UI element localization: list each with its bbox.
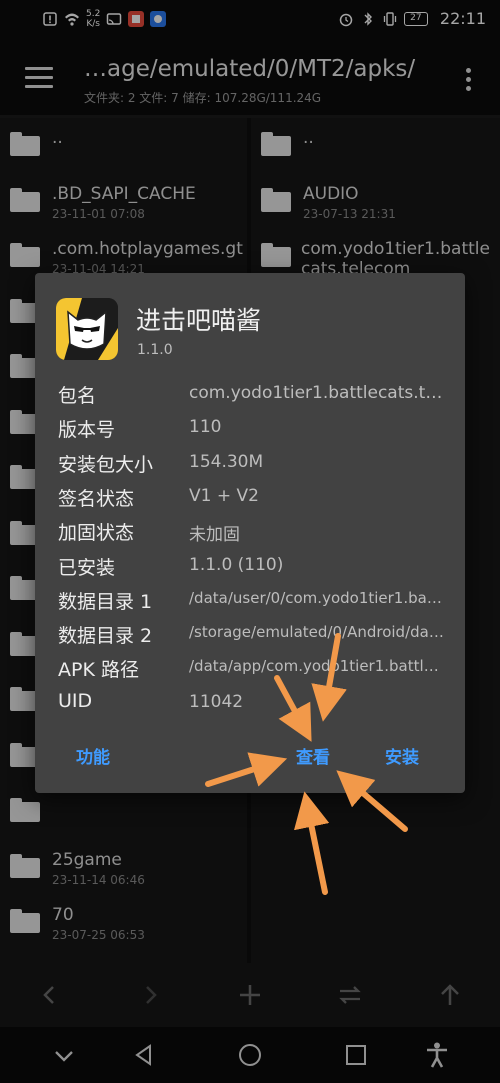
info-row[interactable]: 已安装 1.1.0 (110) — [58, 553, 448, 587]
info-value: /storage/emulated/0/Android/data/com.yod… — [189, 623, 445, 642]
info-row[interactable]: 包名 com.yodo1tier1.battlecats.telecom — [58, 381, 448, 415]
info-value: 未加固 — [189, 525, 240, 546]
info-label: 签名状态 — [58, 487, 135, 510]
info-label: 包名 — [58, 385, 97, 407]
info-row[interactable]: APK 路径/data/app/com.yodo1tier1.battlecat… — [58, 655, 448, 689]
info-value: V1 + V2 — [189, 485, 259, 506]
info-row[interactable]: UID 11042 — [58, 690, 448, 724]
info-value: 154.30M — [189, 451, 264, 472]
info-value: 1.1.0 (110) — [189, 554, 284, 575]
app-name: 进击吧喵酱 — [136, 306, 262, 335]
info-row[interactable]: 加固状态 未加固 — [58, 518, 448, 552]
info-value: com.yodo1tier1.battlecats.telecom — [189, 383, 445, 403]
info-value: /data/user/0/com.yodo1tier1.battlecats.t… — [189, 588, 445, 607]
app-version: 1.1.0 — [137, 342, 173, 358]
install-button[interactable]: 安装 — [385, 743, 419, 768]
info-value: 110 — [189, 417, 222, 438]
info-label: 加固状态 — [58, 522, 135, 545]
info-label: 版本号 — [58, 419, 116, 442]
info-row[interactable]: 签名状态 V1 + V2 — [58, 484, 448, 518]
info-value: 11042 — [189, 691, 244, 712]
info-row[interactable]: 数据目录 1/data/user/0/com.yodo1tier1.battle… — [58, 587, 448, 621]
info-value: /data/app/com.yodo1tier1.battlecats.tele… — [189, 657, 445, 676]
info-label: 已安装 — [58, 556, 116, 579]
info-label: 数据目录 2 — [58, 625, 153, 648]
info-label: APK 路径 — [58, 659, 139, 682]
info-label: 数据目录 1 — [58, 590, 153, 613]
info-label: UID — [58, 689, 93, 712]
info-row[interactable]: 版本号 110 — [58, 415, 448, 449]
functions-button[interactable]: 功能 — [76, 743, 110, 768]
info-label: 安装包大小 — [58, 453, 154, 476]
app-icon — [56, 298, 118, 360]
info-row[interactable]: 数据目录 2/storage/emulated/0/Android/data/c… — [58, 621, 448, 655]
apk-info-dialog: 进击吧喵酱 1.1.0 包名 com.yodo1tier1.battlecats.… — [35, 273, 465, 793]
info-row[interactable]: 安装包大小 154.30M — [58, 450, 448, 484]
view-button[interactable]: 查看 — [296, 743, 330, 768]
